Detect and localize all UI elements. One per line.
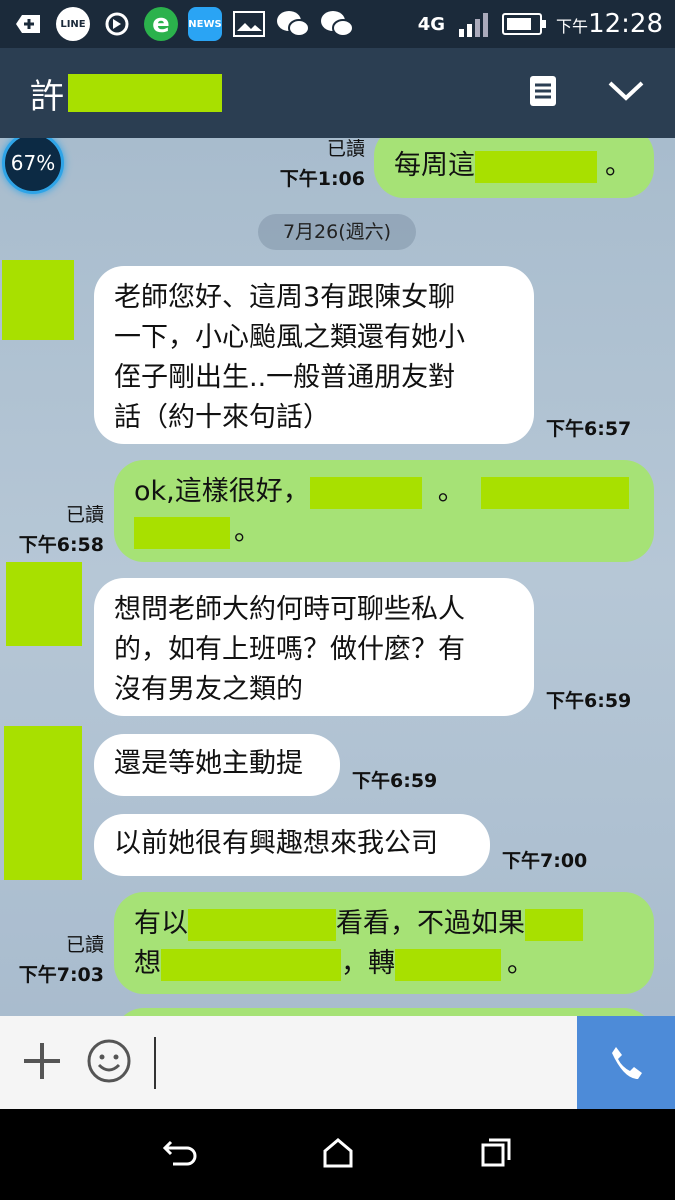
message-text: 。 — [605, 150, 632, 181]
message-time: 下午7:03 — [18, 964, 104, 986]
read-receipt: 已讀 — [65, 504, 104, 526]
recent-apps-icon[interactable] — [480, 1137, 512, 1173]
emoji-icon[interactable] — [86, 1038, 132, 1088]
message-line: 想 ，轉 。 — [134, 944, 634, 984]
message-line: 老師您好、這周3有跟陳女聊 — [114, 282, 456, 313]
home-icon[interactable] — [322, 1137, 354, 1173]
signal-icon — [459, 11, 489, 37]
chat-area[interactable]: 67% 已讀 下午1:06 每周這。 7月26(週六) 老師您好、這周3有跟陳女… — [0, 138, 675, 1016]
message-time: 下午6:59 — [546, 690, 632, 712]
message-text: ok,這樣很好， — [134, 476, 310, 507]
message-time: 下午1:06 — [279, 168, 365, 190]
message-text: 以前她很有興趣想來我公司 — [114, 828, 438, 859]
clock-prefix: 下午 — [556, 17, 589, 36]
sync-icon — [100, 7, 134, 41]
message-line: 想問老師大約何時可聊些私人 — [114, 594, 465, 625]
redaction — [68, 74, 222, 112]
wechat-icon — [320, 7, 354, 41]
date-separator: 7月26(週六) — [258, 214, 416, 250]
wechat-icon — [276, 7, 310, 41]
message-input[interactable] — [154, 1036, 554, 1089]
message-bubble[interactable]: 有以 看看，不過如果 想 ，轉 。 — [114, 892, 654, 994]
message-line: 一下，小心颱風之類還有她小 — [114, 322, 465, 353]
battery-widget[interactable]: 67% — [2, 138, 64, 194]
message-bubble[interactable]: 想問老師大約何時可聊些私人 的，如有上班嗎？做什麼？有 沒有男友之類的 — [94, 578, 534, 716]
plus-icon — [12, 7, 46, 41]
add-icon[interactable] — [22, 1041, 62, 1085]
message-text: 每周這 — [394, 150, 475, 181]
redaction — [525, 908, 583, 941]
avatar[interactable] — [2, 260, 74, 340]
message-text: 還是等她主動提 — [114, 748, 303, 779]
system-navigation-bar — [0, 1109, 675, 1200]
notes-icon[interactable] — [529, 75, 557, 111]
battery-icon — [502, 13, 547, 35]
message-line: 沒有男友之類的 — [114, 674, 303, 705]
line-icon-label: LINE — [60, 18, 86, 30]
message-text: 有以 — [134, 908, 188, 939]
chat-header: 許 — [0, 48, 675, 138]
avatar[interactable] — [4, 726, 82, 880]
network-type: 4G — [417, 13, 446, 35]
redaction — [188, 908, 336, 941]
chevron-down-icon[interactable] — [607, 79, 645, 107]
message-text: ，轉 — [341, 948, 395, 979]
message-meta: 已讀 下午6:58 — [0, 500, 104, 560]
message-bubble[interactable]: 每周這 。 — [374, 138, 654, 198]
news-icon: NEWS — [188, 7, 222, 41]
image-icon — [232, 7, 266, 41]
notification-icons: LINE e NEWS — [12, 7, 354, 41]
avatar[interactable] — [6, 562, 82, 646]
message-bubble[interactable] — [114, 1008, 654, 1016]
message-text: 看看，不過如果 — [336, 908, 525, 939]
message-line: 話（約十來句話） — [114, 402, 330, 433]
message-line: 的，如有上班嗎？做什麼？有 — [114, 634, 465, 665]
message-bubble[interactable]: 還是等她主動提 — [94, 734, 340, 796]
clock-time: 12:28 — [588, 9, 663, 39]
phone-icon — [612, 1046, 642, 1079]
message-meta: 已讀 下午7:03 — [0, 930, 104, 990]
redaction — [134, 516, 230, 549]
message-text: 想 — [134, 948, 161, 979]
message-bubble[interactable]: 以前她很有興趣想來我公司 — [94, 814, 490, 876]
message-bubble[interactable]: 老師您好、這周3有跟陳女聊 一下，小心颱風之類還有她小 侄子剛出生..一般普通朋… — [94, 266, 534, 444]
message-bubble[interactable]: ok,這樣很好， 。 。 — [114, 460, 654, 562]
ie-icon: e — [144, 7, 178, 41]
redaction — [395, 948, 501, 981]
redaction — [475, 150, 597, 183]
system-indicators: 4G 下午12:28 — [418, 9, 663, 39]
message-text: 。 — [437, 476, 465, 507]
news-icon-label: NEWS — [188, 18, 222, 30]
back-icon[interactable] — [162, 1138, 197, 1172]
redaction — [309, 476, 422, 509]
line-icon: LINE — [56, 7, 90, 41]
status-bar: LINE e NEWS 4G 下午12:28 — [0, 0, 675, 48]
message-meta: 已讀 下午1:06 — [265, 138, 365, 194]
message-input-bar — [0, 1016, 675, 1109]
message-time: 下午6:59 — [352, 770, 438, 792]
message-text: 。 — [234, 516, 261, 547]
message-text: 。 — [507, 948, 534, 979]
message-line: ok,這樣很好， 。 — [134, 472, 634, 512]
message-line: 有以 看看，不過如果 — [134, 904, 634, 944]
message-time: 下午6:57 — [546, 418, 632, 440]
read-receipt: 已讀 — [326, 138, 365, 160]
message-time: 下午6:58 — [18, 534, 104, 556]
redaction — [480, 476, 629, 509]
message-line: 侄子剛出生..一般普通朋友對 — [114, 362, 456, 393]
read-receipt: 已讀 — [65, 934, 104, 956]
message-time: 下午7:00 — [502, 850, 588, 872]
clock: 下午12:28 — [556, 9, 663, 39]
message-line: 。 — [134, 512, 634, 552]
redaction — [161, 948, 341, 981]
call-button[interactable] — [577, 1016, 675, 1109]
contact-name[interactable]: 許 — [30, 69, 64, 118]
